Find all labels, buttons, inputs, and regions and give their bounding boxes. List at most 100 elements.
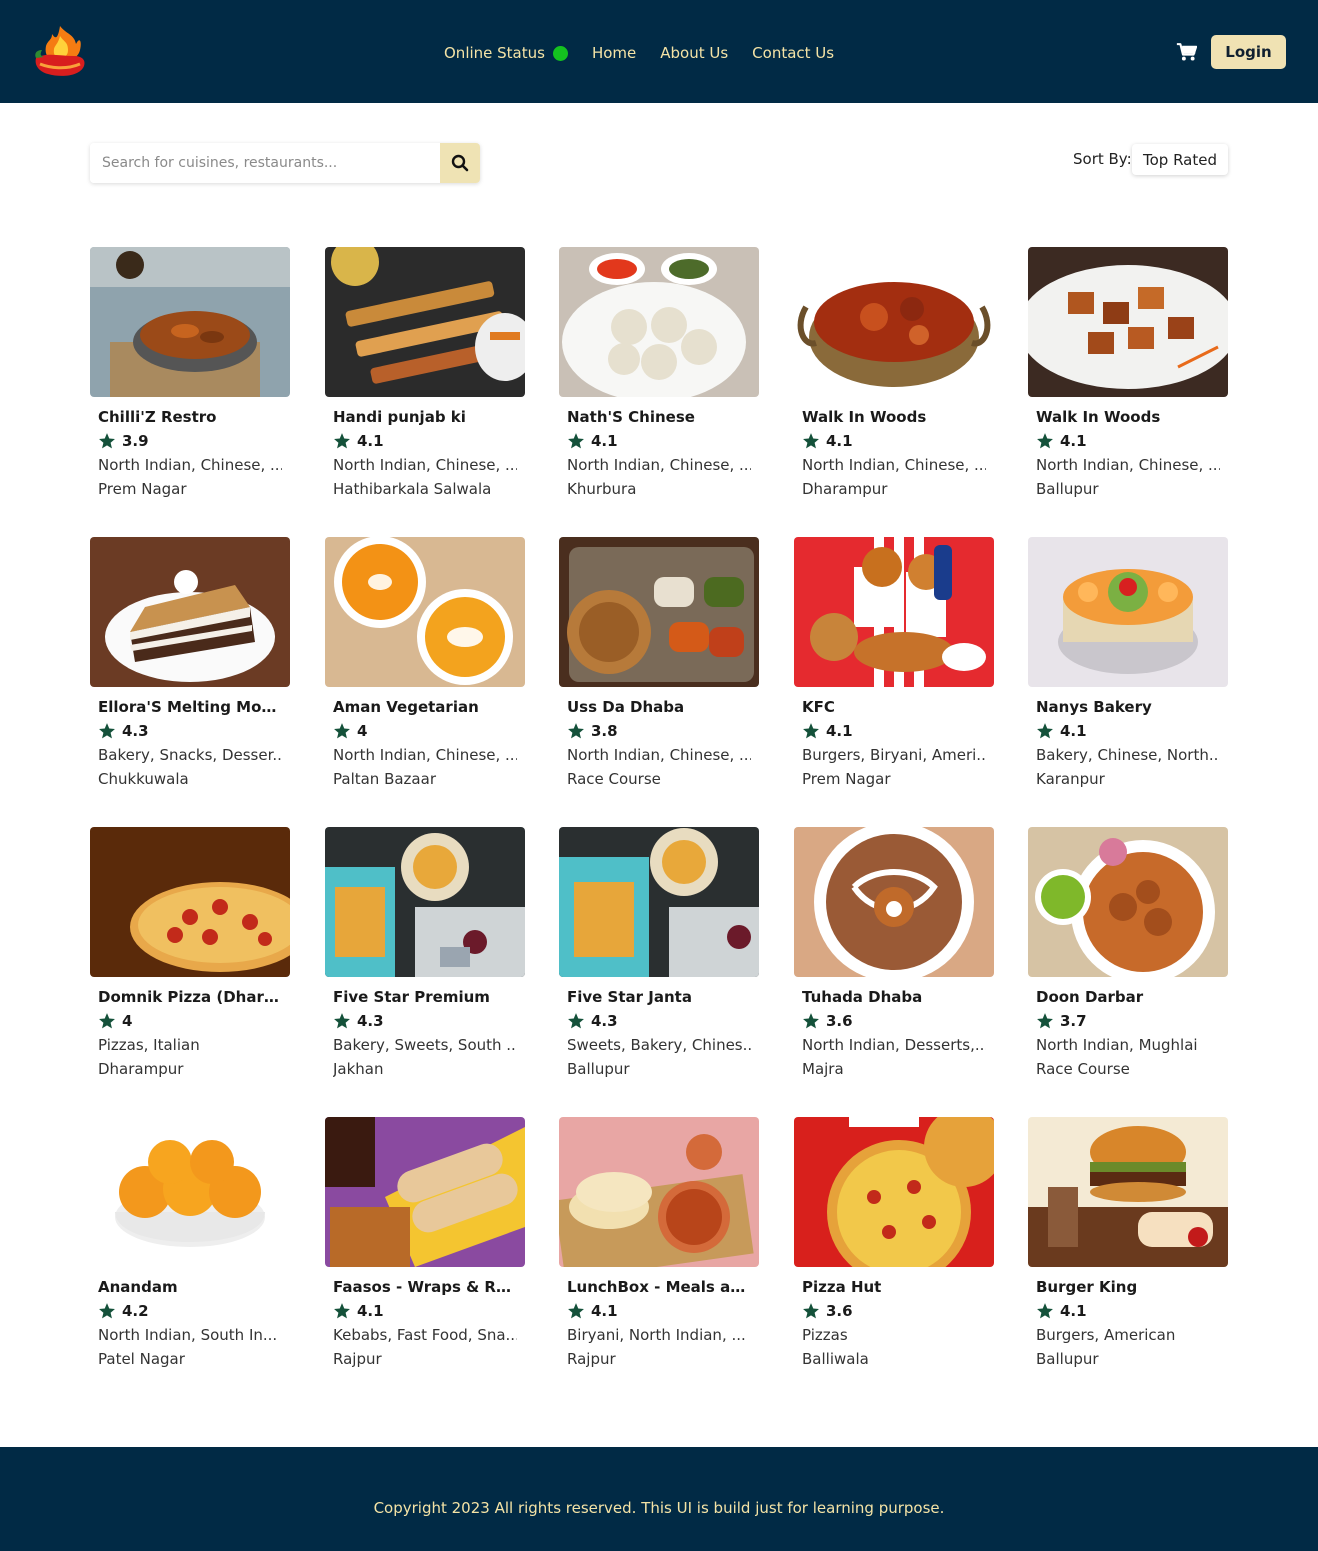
- cuisine-list: North Indian, South In...: [98, 1326, 278, 1344]
- search-input[interactable]: [90, 143, 440, 183]
- rating: 4.1: [1036, 719, 1220, 743]
- restaurant-card[interactable]: Walk In Woods 4.1 North Indian, Chinese, .…: [1028, 247, 1228, 507]
- restaurant-image[interactable]: [559, 827, 759, 977]
- restaurant-image[interactable]: [1028, 247, 1228, 397]
- restaurant-card[interactable]: Domnik Pizza (Dhara... 4 Pizzas, Italian Dh…: [90, 827, 290, 1087]
- restaurant-image[interactable]: [794, 1117, 994, 1267]
- restaurant-area: Ballupur: [1036, 1350, 1099, 1368]
- rating-value: 4: [122, 1012, 133, 1030]
- login-button[interactable]: Login: [1211, 35, 1286, 69]
- restaurant-image[interactable]: [90, 537, 290, 687]
- restaurant-card[interactable]: Nath'S Chinese 4.1 North Indian, Chinese, …: [559, 247, 759, 507]
- restaurant-image[interactable]: [794, 247, 994, 397]
- restaurant-card[interactable]: Five Star Janta 4.3 Sweets, Bakery, Chines…: [559, 827, 759, 1087]
- restaurant-name: Ellora'S Melting Mom...: [98, 698, 282, 716]
- restaurant-name: LunchBox - Meals and ...: [567, 1278, 751, 1296]
- rating: 3.6: [802, 1299, 986, 1323]
- restaurant-card[interactable]: Faasos - Wraps & Rolls 4.1 Kebabs, Fast Fo…: [325, 1117, 525, 1377]
- cuisine-list: North Indian, Chinese, ...: [567, 456, 751, 474]
- restaurant-image[interactable]: [559, 1117, 759, 1267]
- rating-value: 4.3: [357, 1012, 384, 1030]
- rating-value: 3.8: [591, 722, 618, 740]
- restaurant-card[interactable]: Burger King 4.1 Burgers, American Ballupur: [1028, 1117, 1228, 1377]
- card-body: Doon Darbar 3.7 North Indian, Mughlai Race …: [1028, 977, 1228, 1081]
- card-body: Uss Da Dhaba 3.8 North Indian, Chinese, ..…: [559, 687, 759, 791]
- restaurant-image[interactable]: [1028, 537, 1228, 687]
- card-body: Faasos - Wraps & Rolls 4.1 Kebabs, Fast Fo…: [325, 1267, 525, 1371]
- card-body: Nanys Bakery 4.1 Bakery, Chinese, North...…: [1028, 687, 1228, 791]
- star-icon: [334, 1303, 350, 1319]
- restaurant-card[interactable]: LunchBox - Meals and ... 4.1 Biryani, Nort…: [559, 1117, 759, 1377]
- restaurant-card[interactable]: Chilli'Z Restro 3.9 North Indian, Chinese,…: [90, 247, 290, 507]
- restaurant-card[interactable]: Uss Da Dhaba 3.8 North Indian, Chinese, ..…: [559, 537, 759, 797]
- restaurant-image[interactable]: [559, 537, 759, 687]
- rating: 3.8: [567, 719, 751, 743]
- card-body: Ellora'S Melting Mom... 4.3 Bakery, Snacks…: [90, 687, 290, 791]
- chili-fire-logo[interactable]: [30, 22, 90, 82]
- restaurant-card[interactable]: Tuhada Dhaba 3.6 North Indian, Desserts,..…: [794, 827, 994, 1087]
- rating: 3.7: [1036, 1009, 1220, 1033]
- nav-about-us[interactable]: About Us: [660, 44, 728, 62]
- restaurant-card[interactable]: Doon Darbar 3.7 North Indian, Mughlai Race …: [1028, 827, 1228, 1087]
- nav-contact-us[interactable]: Contact Us: [752, 44, 834, 62]
- nav-home[interactable]: Home: [592, 44, 636, 62]
- star-icon: [803, 1013, 819, 1029]
- online-status-label: Online Status: [444, 44, 545, 62]
- cuisine-list: North Indian, Chinese, ...: [1036, 456, 1220, 474]
- rating-value: 4.3: [122, 722, 149, 740]
- restaurant-area: Majra: [802, 1060, 844, 1078]
- restaurant-card[interactable]: Ellora'S Melting Mom... 4.3 Bakery, Snacks…: [90, 537, 290, 797]
- restaurant-card[interactable]: Anandam 4.2 North Indian, South In... Patel…: [90, 1117, 290, 1377]
- shopping-cart-icon[interactable]: [1176, 42, 1197, 62]
- restaurant-card[interactable]: Nanys Bakery 4.1 Bakery, Chinese, North...…: [1028, 537, 1228, 797]
- restaurant-name: Aman Vegetarian: [333, 698, 479, 716]
- restaurant-card[interactable]: Handi punjab ki 4.1 North Indian, Chinese,…: [325, 247, 525, 507]
- restaurant-name: Burger King: [1036, 1278, 1138, 1296]
- card-body: Tuhada Dhaba 3.6 North Indian, Desserts,..…: [794, 977, 994, 1081]
- restaurant-area: Karanpur: [1036, 770, 1105, 788]
- restaurant-image[interactable]: [1028, 827, 1228, 977]
- restaurant-image[interactable]: [90, 1117, 290, 1267]
- star-icon: [99, 1013, 115, 1029]
- restaurant-image[interactable]: [325, 537, 525, 687]
- restaurant-area: Dharampur: [98, 1060, 184, 1078]
- card-body: Pizza Hut 3.6 Pizzas Balliwala: [794, 1267, 994, 1371]
- restaurant-name: Nanys Bakery: [1036, 698, 1152, 716]
- star-icon: [568, 1303, 584, 1319]
- restaurant-name: Chilli'Z Restro: [98, 408, 217, 426]
- restaurant-image[interactable]: [794, 537, 994, 687]
- restaurant-image[interactable]: [1028, 1117, 1228, 1267]
- restaurant-image[interactable]: [325, 827, 525, 977]
- restaurant-card[interactable]: Five Star Premium 4.3 Bakery, Sweets, Sout…: [325, 827, 525, 1087]
- online-status-dot: [552, 45, 568, 61]
- star-icon: [568, 1013, 584, 1029]
- rating: 3.6: [802, 1009, 986, 1033]
- restaurant-name: Faasos - Wraps & Rolls: [333, 1278, 517, 1296]
- restaurant-image[interactable]: [90, 247, 290, 397]
- restaurant-card[interactable]: Aman Vegetarian 4 North Indian, Chinese, .…: [325, 537, 525, 797]
- restaurant-image[interactable]: [794, 827, 994, 977]
- nav-online-status[interactable]: Online Status: [444, 44, 568, 62]
- search-button[interactable]: [440, 143, 480, 183]
- restaurant-image[interactable]: [90, 827, 290, 977]
- search-icon: [451, 154, 469, 172]
- restaurant-card[interactable]: Pizza Hut 3.6 Pizzas Balliwala: [794, 1117, 994, 1377]
- cuisine-list: North Indian, Chinese, ...: [98, 456, 282, 474]
- card-body: Handi punjab ki 4.1 North Indian, Chinese,…: [325, 397, 525, 501]
- sort-select[interactable]: Top Rated: [1132, 144, 1228, 175]
- restaurant-card[interactable]: Walk In Woods 4.1 North Indian, Chinese, .…: [794, 247, 994, 507]
- rating: 4.1: [802, 429, 986, 453]
- star-icon: [1037, 1013, 1053, 1029]
- header: Online Status Home About Us Contact Us L…: [0, 0, 1318, 103]
- restaurant-image[interactable]: [325, 1117, 525, 1267]
- cuisine-list: North Indian, Desserts,...: [802, 1036, 986, 1054]
- restaurant-image[interactable]: [325, 247, 525, 397]
- restaurant-image[interactable]: [559, 247, 759, 397]
- restaurant-area: Race Course: [567, 770, 661, 788]
- restaurant-card[interactable]: KFC 4.1 Burgers, Biryani, Ameri... Prem Nag…: [794, 537, 994, 797]
- restaurant-area: Paltan Bazaar: [333, 770, 436, 788]
- restaurant-name: Nath'S Chinese: [567, 408, 695, 426]
- star-icon: [99, 723, 115, 739]
- star-icon: [568, 433, 584, 449]
- restaurant-area: Ballupur: [567, 1060, 630, 1078]
